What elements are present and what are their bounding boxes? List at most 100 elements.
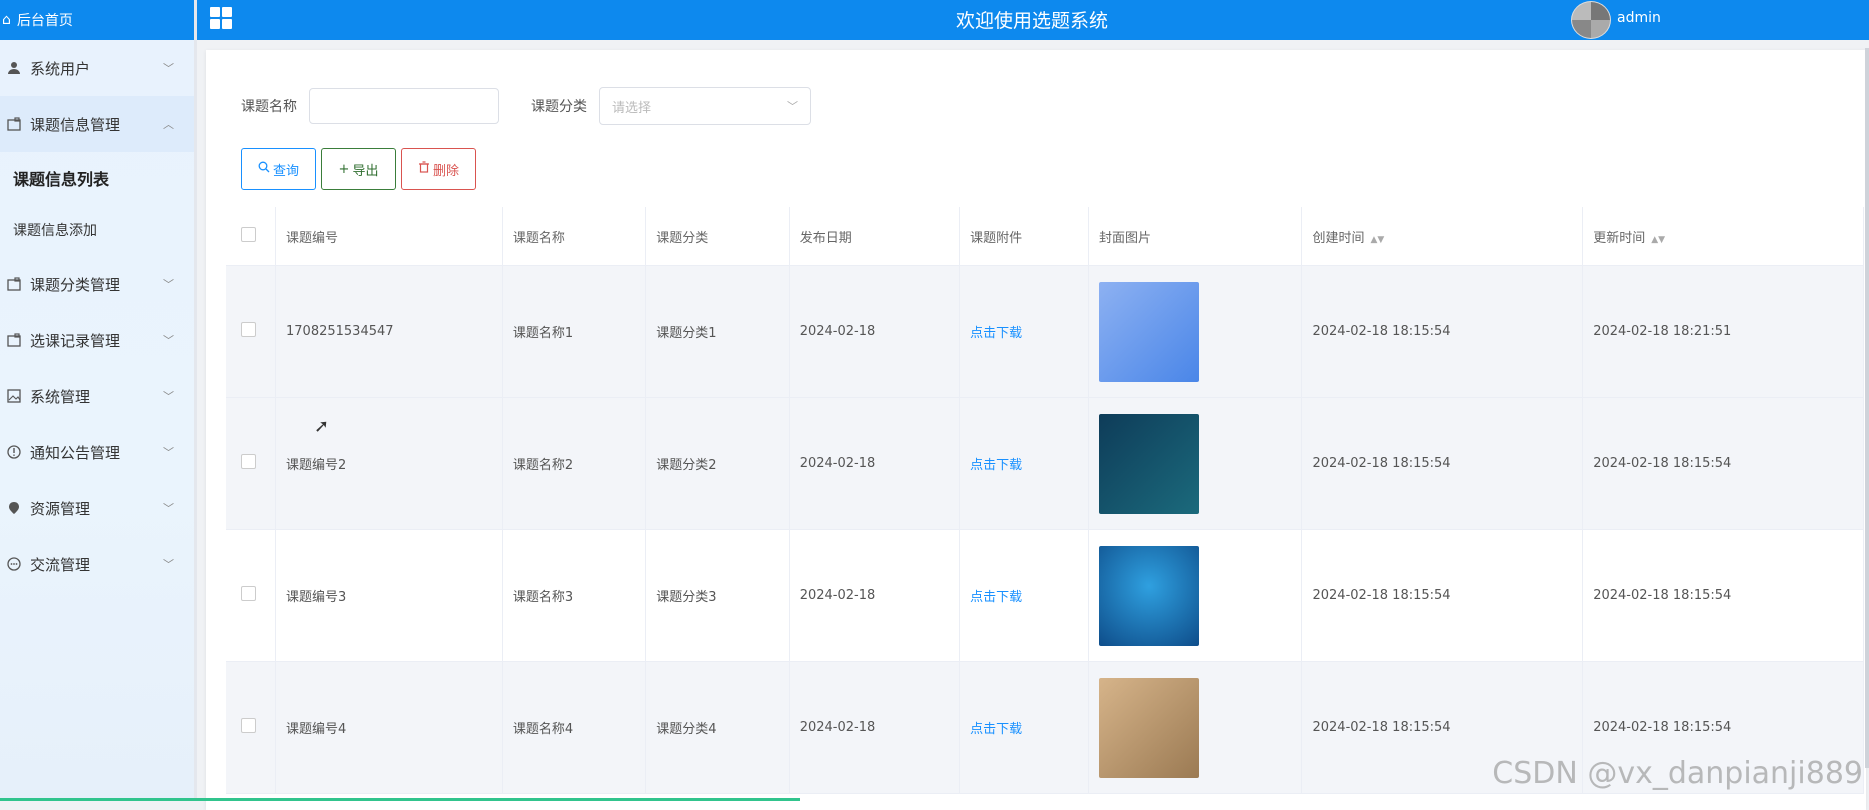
sidebar-item-topic-management[interactable]: 课题信息管理 ︿	[0, 96, 194, 152]
home-icon: ⌂	[2, 12, 11, 28]
sidebar-subitem-label: 课题信息列表	[13, 170, 110, 189]
sidebar-item-category-management[interactable]: 课题分类管理 ﹀	[0, 256, 194, 312]
cover-image[interactable]	[1098, 281, 1199, 382]
row-checkbox[interactable]	[241, 718, 256, 733]
row-checkbox[interactable]	[241, 322, 256, 337]
chevron-down-icon: ﹀	[787, 100, 798, 113]
search-icon	[258, 161, 270, 177]
sidebar-item-label: 资源管理	[30, 499, 91, 518]
column-header: 课题附件	[959, 207, 1089, 266]
download-link[interactable]: 点击下载	[970, 458, 1022, 473]
chevron-down-icon: ﹀	[163, 502, 174, 515]
export-button[interactable]: + 导出	[321, 148, 396, 190]
sidebar-item-system-management[interactable]: 系统管理 ﹀	[0, 368, 194, 424]
table-row: 课题编号2 课题名称2 课题分类2 2024-02-18 点击下载 2024-0…	[226, 397, 1864, 530]
sidebar-item-label: 系统用户	[30, 59, 91, 78]
sidebar-subitem-topic-add[interactable]: 课题信息添加	[0, 204, 194, 256]
sort-icon[interactable]: ▲▼	[1371, 235, 1385, 245]
chevron-up-icon: ︿	[163, 118, 174, 131]
row-checkbox-cell	[226, 397, 276, 530]
table-header-row: 课题编号 课题名称 课题分类 发布日期 课题附件 封面图片 创建时间 ▲▼ 更新时…	[226, 207, 1864, 266]
topic-category-label: 课题分类	[531, 99, 587, 115]
cover-image[interactable]	[1098, 413, 1199, 514]
query-button[interactable]: 查询	[241, 148, 316, 190]
cell-cover	[1088, 529, 1303, 662]
cell-name: 课题名称1	[502, 265, 647, 398]
cell-cover	[1088, 265, 1303, 398]
cell-name: 课题名称4	[502, 661, 647, 794]
cell-updated: 2024-02-18 18:21:51	[1582, 265, 1864, 398]
image-icon	[6, 388, 22, 404]
folder-icon	[6, 116, 22, 132]
cell-date: 2024-02-18	[789, 529, 961, 662]
download-link[interactable]: 点击下载	[970, 722, 1022, 737]
sidebar-item-resource-management[interactable]: 资源管理 ﹀	[0, 480, 194, 536]
sidebar-item-notice-management[interactable]: 通知公告管理 ﹀	[0, 424, 194, 480]
cell-cover	[1088, 397, 1303, 530]
top-header: 欢迎使用选题系统 admin	[197, 0, 1869, 40]
topic-category-select[interactable]: 请选择 ﹀	[599, 87, 811, 125]
info-icon	[6, 444, 22, 460]
cell-updated: 2024-02-18 18:15:54	[1582, 397, 1864, 530]
sidebar-item-selection-records[interactable]: 选课记录管理 ﹀	[0, 312, 194, 368]
select-placeholder: 请选择	[612, 100, 652, 116]
cover-image[interactable]	[1098, 677, 1199, 778]
row-checkbox-cell	[226, 265, 276, 398]
download-link[interactable]: 点击下载	[970, 590, 1022, 605]
cell-date: 2024-02-18	[789, 265, 961, 398]
cell-attachment: 点击下载	[959, 661, 1089, 794]
topic-name-label: 课题名称	[241, 99, 297, 115]
chevron-down-icon: ﹀	[163, 334, 174, 347]
sidebar-item-label: 系统管理	[30, 387, 91, 406]
cell-cover	[1088, 661, 1303, 794]
sidebar-item-system-users[interactable]: 系统用户 ﹀	[0, 40, 194, 96]
sidebar-item-label: 选课记录管理	[30, 331, 121, 350]
row-checkbox[interactable]	[241, 454, 256, 469]
chevron-down-icon: ﹀	[163, 278, 174, 291]
sidebar-home-link[interactable]: ⌂ 后台首页	[0, 0, 194, 40]
cover-image[interactable]	[1098, 545, 1199, 646]
export-label: 导出	[352, 163, 379, 179]
sidebar-subitem-label: 课题信息添加	[13, 223, 97, 239]
sidebar-item-label: 课题信息管理	[30, 115, 121, 134]
folder-icon	[6, 332, 22, 348]
cell-created: 2024-02-18 18:15:54	[1301, 529, 1584, 662]
sidebar-item-communication-management[interactable]: 交流管理 ﹀	[0, 536, 194, 592]
column-header: 课题编号	[275, 207, 503, 266]
chevron-down-icon: ﹀	[163, 62, 174, 75]
query-label: 查询	[272, 163, 299, 179]
plus-icon: +	[338, 161, 350, 177]
cell-attachment: 点击下载	[959, 397, 1089, 530]
sidebar-subitem-topic-list[interactable]: 课题信息列表	[0, 152, 194, 204]
cell-category: 课题分类4	[645, 661, 790, 794]
username[interactable]: admin	[1617, 10, 1661, 26]
sort-icon[interactable]: ▲▼	[1651, 235, 1665, 245]
chevron-down-icon: ﹀	[163, 390, 174, 403]
column-header-label: 创建时间	[1312, 230, 1365, 246]
cell-attachment: 点击下载	[959, 529, 1089, 662]
sidebar-item-label: 交流管理	[30, 555, 91, 574]
cell-code: 课题编号3	[275, 529, 503, 662]
pin-icon	[6, 500, 22, 516]
select-all-checkbox[interactable]	[241, 226, 256, 242]
column-header-sortable[interactable]: 创建时间 ▲▼	[1301, 207, 1584, 266]
search-form: 课题名称 课题分类 请选择 ﹀	[241, 87, 811, 125]
column-header-sortable[interactable]: 更新时间 ▲▼	[1582, 207, 1864, 266]
select-all-cell	[226, 207, 276, 266]
cell-date: 2024-02-18	[789, 397, 961, 530]
delete-label: 删除	[432, 163, 459, 179]
cell-updated: 2024-02-18 18:15:54	[1582, 529, 1864, 662]
row-checkbox-cell	[226, 661, 276, 794]
topic-name-input[interactable]	[309, 88, 499, 124]
row-checkbox[interactable]	[241, 586, 256, 601]
page-scrollbar[interactable]	[1865, 48, 1869, 768]
delete-button[interactable]: 删除	[401, 148, 476, 190]
avatar[interactable]	[1571, 1, 1611, 39]
table-row: 1708251534547 课题名称1 课题分类1 2024-02-18 点击下…	[226, 265, 1864, 398]
download-link[interactable]: 点击下载	[970, 326, 1022, 341]
cell-date: 2024-02-18	[789, 661, 961, 794]
cell-category: 课题分类3	[645, 529, 790, 662]
cell-category: 课题分类1	[645, 265, 790, 398]
chevron-down-icon: ﹀	[163, 446, 174, 459]
user-icon	[6, 60, 22, 76]
